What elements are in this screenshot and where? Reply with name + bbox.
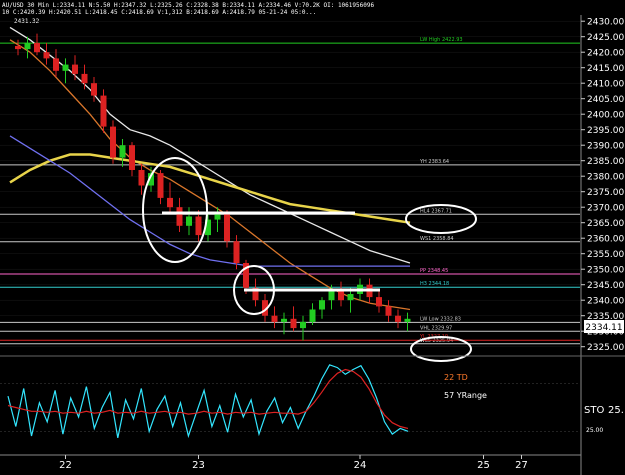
level-label: H3 2344.18 <box>420 281 449 287</box>
price-tick-label: 2365.00 <box>587 219 624 229</box>
candle-body <box>224 213 230 242</box>
time-tick-label: 22 <box>59 460 72 471</box>
candle-body <box>129 145 135 170</box>
price-tick-label: 2425.00 <box>587 33 624 43</box>
level-label: PP 2348.45 <box>420 268 448 274</box>
candle-body <box>24 42 31 50</box>
time-tick-label: 25 <box>477 460 490 471</box>
candle-body <box>15 46 21 50</box>
last-price-label: 2334.11 <box>585 323 622 333</box>
level-label: HL4 2367.71 <box>420 208 452 214</box>
price-tick-label: 2355.00 <box>587 250 624 260</box>
candle-body <box>385 306 392 316</box>
candle-body <box>300 321 306 329</box>
level-label: VHL 2329.97 <box>420 325 452 331</box>
candle-body <box>176 207 183 226</box>
candle-body <box>110 126 116 158</box>
candle-body <box>72 64 78 74</box>
time-tick-label: 24 <box>354 460 367 471</box>
candle-body <box>319 300 325 310</box>
stochastic-tick-label: 25.00 <box>586 427 603 434</box>
price-tick-label: 2390.00 <box>587 142 624 152</box>
candle-body <box>167 197 173 208</box>
header-quote-line: AU/USD 30 Min L:2334.11 N:5.50 H:2347.32… <box>2 2 374 9</box>
price-tick-label: 2370.00 <box>587 204 624 214</box>
candle-body <box>62 64 69 71</box>
candle-body <box>186 216 192 226</box>
level-label: WS1 2358.84 <box>420 236 454 242</box>
level-label: LW High 2422.93 <box>420 37 463 43</box>
candle-body <box>376 297 382 307</box>
price-tick-label: 2395.00 <box>587 126 624 136</box>
header-high-label: 2431.32 <box>14 18 40 25</box>
price-tick-label: 2405.00 <box>587 95 624 105</box>
price-tick-label: 2420.00 <box>587 49 624 59</box>
chart-canvas: AU/USD 30 Min L:2334.11 N:5.50 H:2347.32… <box>0 0 625 475</box>
candle-body <box>395 315 401 322</box>
price-tick-label: 2360.00 <box>587 235 624 245</box>
candle-body <box>119 145 126 158</box>
price-tick-label: 2340.00 <box>587 297 624 307</box>
candle-body <box>100 95 107 127</box>
candle-body <box>290 318 297 329</box>
level-label: LW Low 2332.83 <box>420 316 461 322</box>
price-tick-label: 2380.00 <box>587 173 624 183</box>
td-label: 22 TD <box>444 373 468 382</box>
candle-body <box>309 309 316 322</box>
stochastic-value-label: 25. <box>608 405 624 416</box>
price-tick-label: 2350.00 <box>587 266 624 276</box>
candle-body <box>281 318 287 322</box>
time-tick-label: 27 <box>515 460 528 471</box>
candle-body <box>43 52 50 59</box>
candle-body <box>138 170 145 186</box>
time-tick-label: 23 <box>192 460 205 471</box>
header-bar-line: 10 C:2420.39 H:2420.51 L:2418.45 C:2418.… <box>2 9 316 16</box>
candle-body <box>338 290 344 301</box>
candle-body <box>347 294 354 301</box>
candle-body <box>91 83 97 96</box>
price-tick-label: 2385.00 <box>587 157 624 167</box>
candle-body <box>53 58 59 71</box>
candle-body <box>328 290 335 301</box>
price-tick-label: 2400.00 <box>587 111 624 121</box>
candle-body <box>233 241 240 263</box>
price-tick-label: 2325.00 <box>587 343 624 353</box>
stochastic-label: STO <box>584 405 604 416</box>
price-tick-label: 2415.00 <box>587 64 624 74</box>
candle-body <box>34 42 40 53</box>
price-tick-label: 2345.00 <box>587 281 624 291</box>
price-tick-label: 2375.00 <box>587 188 624 198</box>
yrange-label: 57 YRange <box>444 391 487 400</box>
candle-body <box>404 318 411 322</box>
candle-body <box>157 173 164 198</box>
candle-body <box>195 216 202 236</box>
level-label: YH 2383.64 <box>419 159 449 165</box>
price-tick-label: 2430.00 <box>587 18 624 28</box>
candle-body <box>81 73 88 84</box>
price-tick-label: 2410.00 <box>587 80 624 90</box>
candle-body <box>271 315 278 322</box>
